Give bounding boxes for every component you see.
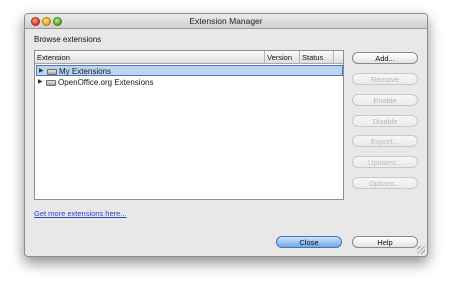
column-header-extension[interactable]: Extension [35,51,265,64]
folder-icon [46,80,56,86]
extension-manager-window: Extension Manager Browse extensions Exte… [24,13,428,257]
resize-grip-icon[interactable] [417,246,425,254]
list-item-my-extensions[interactable]: ▶ My Extensions [36,65,343,76]
browse-extensions-label: Browse extensions [34,35,102,44]
list-header: Extension Version Status [35,51,343,64]
options-button[interactable]: Options... [352,177,418,189]
expand-triangle-icon[interactable]: ▶ [38,77,43,88]
list-item-label: My Extensions [59,67,112,76]
add-button[interactable]: Add... [352,52,418,64]
help-button[interactable]: Help [352,236,418,248]
close-button[interactable]: Close [276,236,342,248]
window-title: Extension Manager [189,16,263,26]
disable-button[interactable]: Disable [352,115,418,127]
expand-triangle-icon[interactable]: ▶ [39,66,44,77]
export-button[interactable]: Export... [352,135,418,147]
enable-button[interactable]: Enable [352,94,418,106]
column-header-status[interactable]: Status [300,51,334,64]
get-more-extensions-link[interactable]: Get more extensions here... [34,209,127,218]
list-item-label: OpenOffice.org Extensions [58,78,154,87]
extensions-list[interactable]: Extension Version Status ▶ My Extensions… [34,50,344,200]
column-header-version[interactable]: Version [265,51,300,64]
folder-icon [47,69,57,75]
list-item-openoffice-extensions[interactable]: ▶ OpenOffice.org Extensions [36,77,343,88]
remove-button[interactable]: Remove [352,73,418,85]
title-bar[interactable]: Extension Manager [25,14,427,29]
updates-button[interactable]: Updates... [352,156,418,168]
